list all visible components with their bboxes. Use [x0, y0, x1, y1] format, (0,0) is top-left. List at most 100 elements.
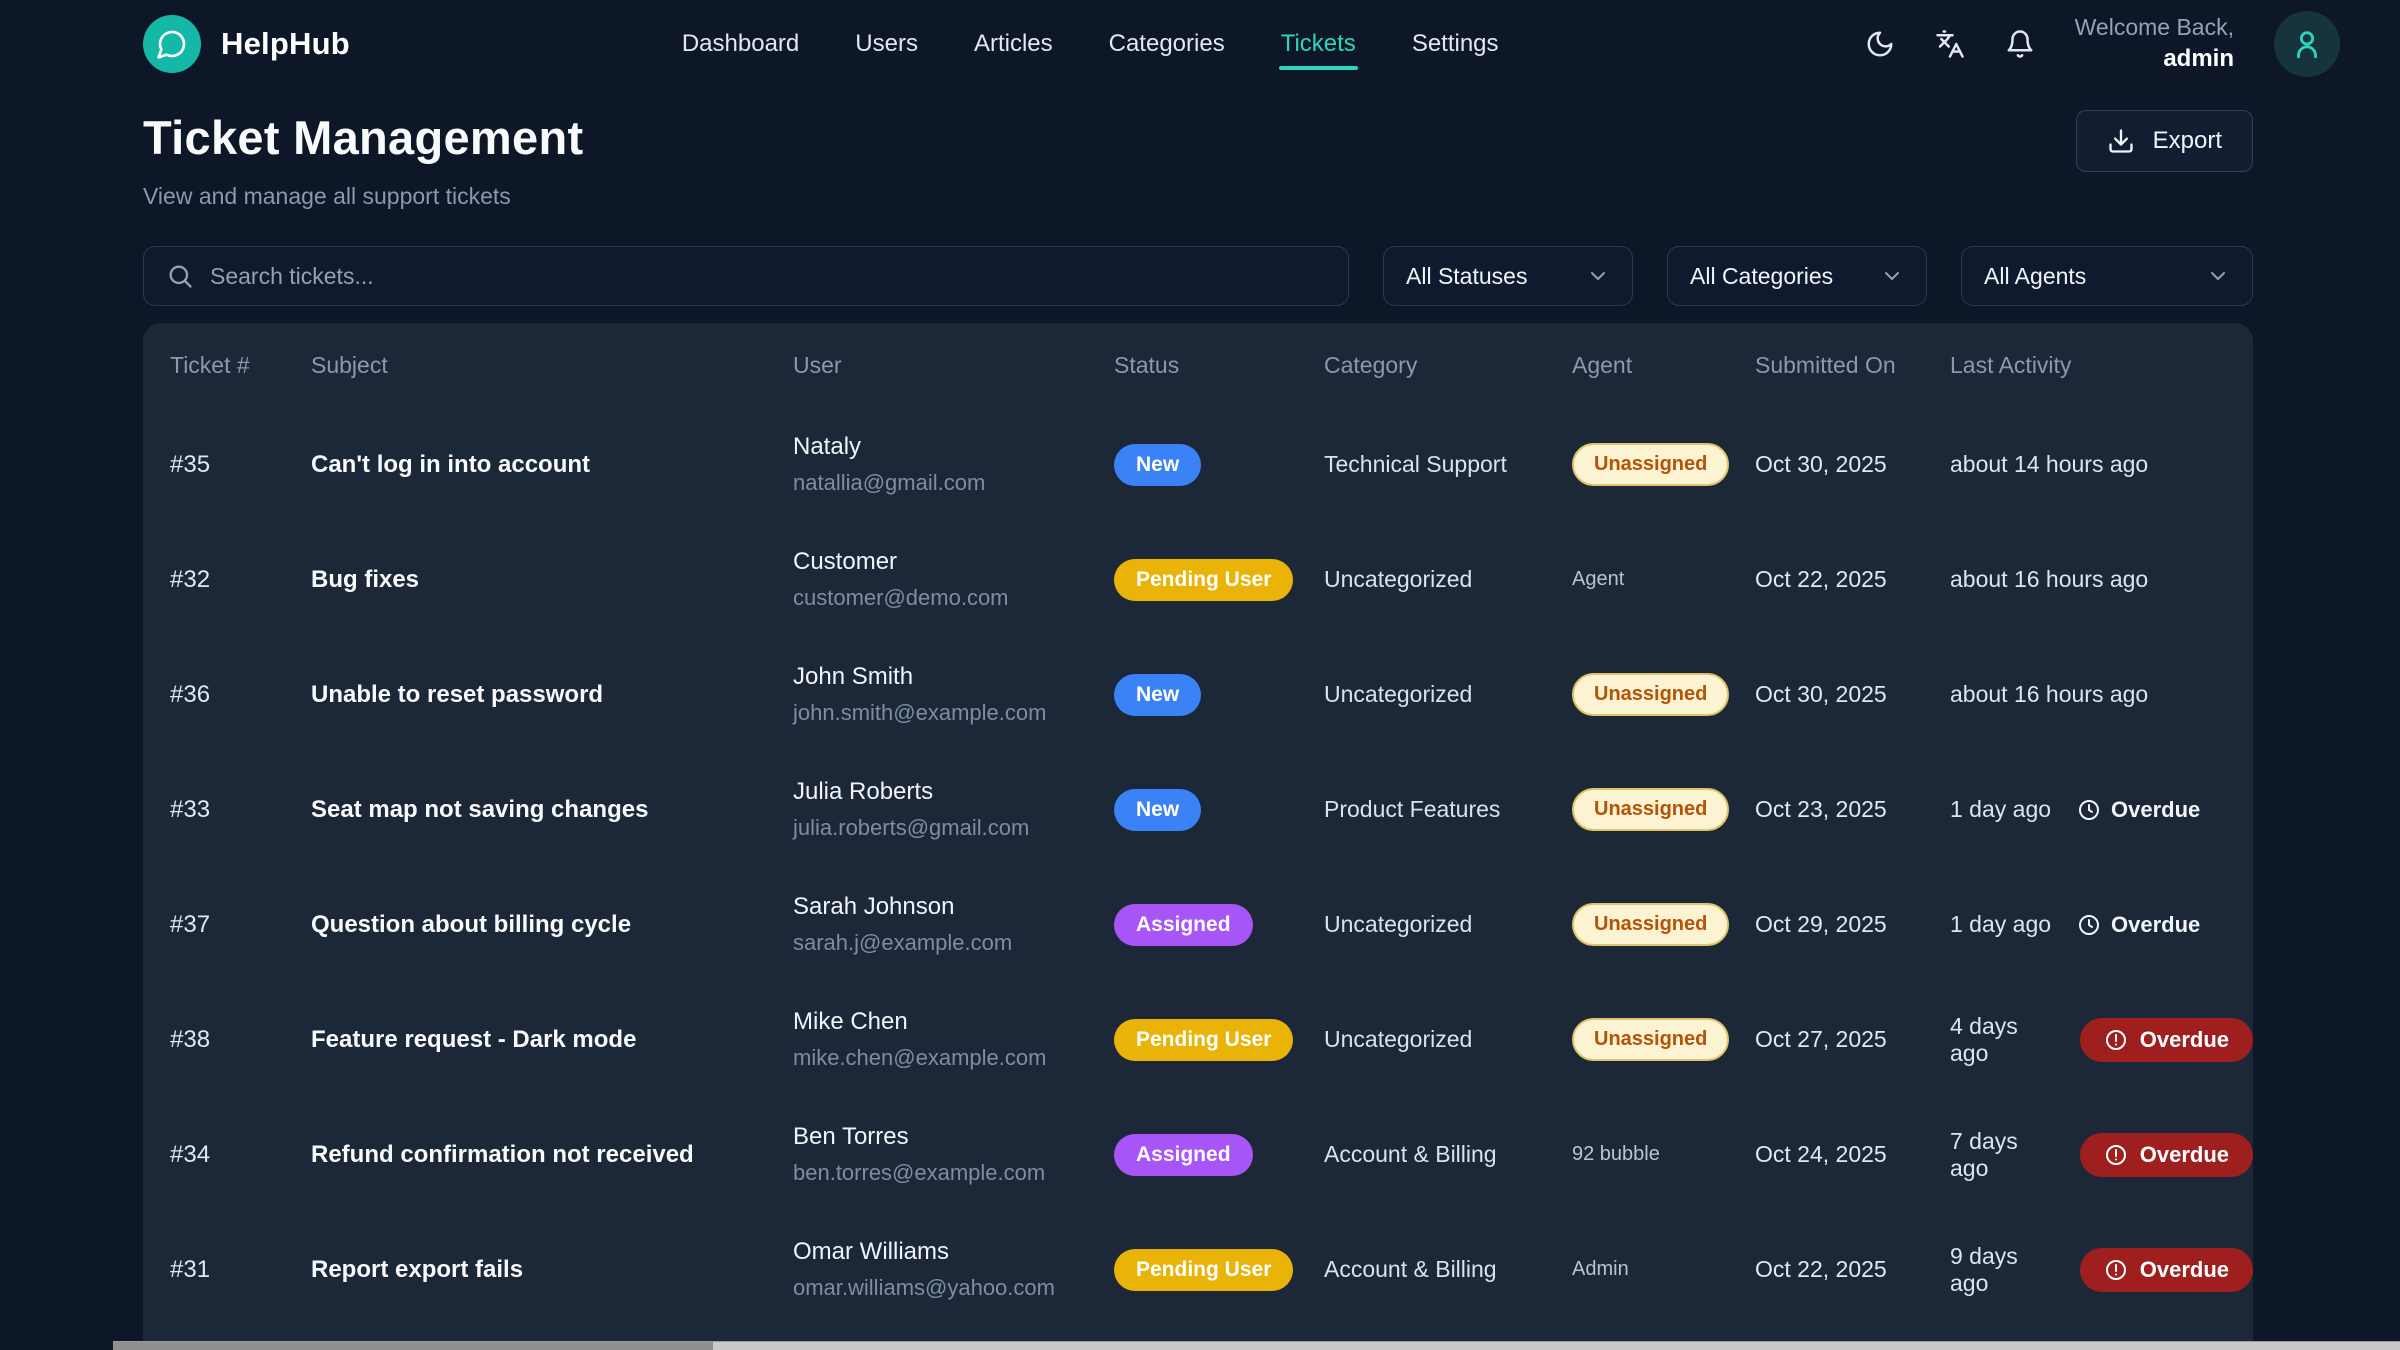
- overdue-badge: Overdue: [2080, 1248, 2253, 1292]
- user-name: Nataly: [793, 433, 1114, 461]
- moon-icon[interactable]: [1865, 29, 1895, 59]
- status-badge: New: [1114, 789, 1201, 831]
- table-row[interactable]: #32 Bug fixes Customer customer@demo.com…: [143, 522, 2253, 637]
- ticket-number: #32: [170, 566, 311, 594]
- last-activity-text: 7 days ago: [1950, 1128, 2054, 1182]
- column-header-subject: Subject: [311, 352, 793, 379]
- ticket-category: Uncategorized: [1324, 681, 1572, 708]
- status-badge: Pending User: [1114, 1019, 1293, 1061]
- unassigned-badge: Unassigned: [1572, 673, 1729, 716]
- page-header-text: Ticket Management View and manage all su…: [143, 110, 583, 210]
- table-row[interactable]: #36 Unable to reset password John Smith …: [143, 637, 2253, 752]
- last-activity-text: about 16 hours ago: [1950, 566, 2148, 593]
- last-activity-cell: 1 day ago Overdue: [1950, 911, 2253, 938]
- status-badge: New: [1114, 444, 1201, 486]
- status-cell: New: [1114, 674, 1324, 716]
- column-header-submitted: Submitted On: [1755, 352, 1950, 379]
- nav-item-tickets[interactable]: Tickets: [1279, 4, 1358, 84]
- agent-cell: Unassigned: [1572, 673, 1755, 716]
- languages-icon[interactable]: [1935, 29, 1965, 59]
- page-title: Ticket Management: [143, 110, 583, 165]
- ticket-user: Sarah Johnson sarah.j@example.com: [793, 893, 1114, 956]
- ticket-user: Mike Chen mike.chen@example.com: [793, 1008, 1114, 1071]
- category-filter-dropdown[interactable]: All Categories: [1667, 246, 1927, 306]
- export-button[interactable]: Export: [2076, 110, 2253, 172]
- table-row[interactable]: #37 Question about billing cycle Sarah J…: [143, 867, 2253, 982]
- table-header-row: Ticket # Subject User Status Category Ag…: [143, 323, 2253, 407]
- nav-item-categories[interactable]: Categories: [1107, 4, 1227, 84]
- alert-circle-icon: [2104, 1258, 2128, 1282]
- ticket-subject[interactable]: Report export fails: [311, 1256, 793, 1284]
- ticket-number: #36: [170, 681, 311, 709]
- user-email: ben.torres@example.com: [793, 1160, 1114, 1186]
- table-row[interactable]: #34 Refund confirmation not received Ben…: [143, 1097, 2253, 1212]
- export-button-label: Export: [2153, 127, 2222, 155]
- agent-cell: Unassigned: [1572, 443, 1755, 486]
- ticket-category: Technical Support: [1324, 451, 1572, 478]
- user-avatar[interactable]: [2274, 11, 2340, 77]
- ticket-number: #38: [170, 1026, 311, 1054]
- tickets-table: Ticket # Subject User Status Category Ag…: [143, 323, 2253, 1350]
- search-input[interactable]: [210, 263, 1326, 290]
- navbar-right: Welcome Back, admin: [1865, 11, 2340, 77]
- user-name: Julia Roberts: [793, 778, 1114, 806]
- brand[interactable]: HelpHub: [143, 15, 350, 73]
- bell-icon[interactable]: [2005, 29, 2035, 59]
- last-activity-text: about 14 hours ago: [1950, 451, 2148, 478]
- ticket-subject[interactable]: Question about billing cycle: [311, 911, 793, 939]
- ticket-number: #37: [170, 911, 311, 939]
- user-email: mike.chen@example.com: [793, 1045, 1114, 1071]
- last-activity-text: 1 day ago: [1950, 911, 2051, 938]
- ticket-subject[interactable]: Refund confirmation not received: [311, 1141, 793, 1169]
- nav-item-articles[interactable]: Articles: [972, 4, 1055, 84]
- brand-name: HelpHub: [221, 26, 350, 62]
- table-row[interactable]: #31 Report export fails Omar Williams om…: [143, 1212, 2253, 1327]
- table-row[interactable]: #38 Feature request - Dark mode Mike Che…: [143, 982, 2253, 1097]
- submitted-date: Oct 27, 2025: [1755, 1026, 1950, 1053]
- table-row[interactable]: #33 Seat map not saving changes Julia Ro…: [143, 752, 2253, 867]
- user-icon: [2290, 27, 2324, 61]
- ticket-category: Uncategorized: [1324, 1026, 1572, 1053]
- ticket-subject[interactable]: Unable to reset password: [311, 681, 793, 709]
- ticket-subject[interactable]: Feature request - Dark mode: [311, 1026, 793, 1054]
- ticket-number: #35: [170, 451, 311, 479]
- status-filter-dropdown[interactable]: All Statuses: [1383, 246, 1633, 306]
- status-badge: Assigned: [1114, 1134, 1253, 1176]
- last-activity-cell: about 14 hours ago: [1950, 451, 2253, 478]
- status-cell: Pending User: [1114, 1249, 1324, 1291]
- status-badge: Assigned: [1114, 904, 1253, 946]
- ticket-number: #33: [170, 796, 311, 824]
- nav-item-settings[interactable]: Settings: [1410, 4, 1501, 84]
- unassigned-badge: Unassigned: [1572, 1018, 1729, 1061]
- ticket-subject[interactable]: Can't log in into account: [311, 451, 793, 479]
- search-icon: [166, 262, 194, 290]
- user-name: Omar Williams: [793, 1238, 1114, 1266]
- column-header-ticket: Ticket #: [170, 352, 311, 379]
- ticket-number: #31: [170, 1256, 311, 1284]
- ticket-subject[interactable]: Seat map not saving changes: [311, 796, 793, 824]
- ticket-subject[interactable]: Bug fixes: [311, 566, 793, 594]
- agent-filter-value: All Agents: [1984, 263, 2086, 290]
- nav-item-dashboard[interactable]: Dashboard: [680, 4, 801, 84]
- status-badge: Pending User: [1114, 1249, 1293, 1291]
- column-header-category: Category: [1324, 352, 1572, 379]
- scrollbar-thumb[interactable]: [113, 1342, 713, 1350]
- last-activity-cell: 4 days ago Overdue: [1950, 1013, 2253, 1067]
- table-row[interactable]: #35 Can't log in into account Nataly nat…: [143, 407, 2253, 522]
- last-activity-cell: 7 days ago Overdue: [1950, 1128, 2253, 1182]
- user-name: Sarah Johnson: [793, 893, 1114, 921]
- user-email: julia.roberts@gmail.com: [793, 815, 1114, 841]
- user-email: sarah.j@example.com: [793, 930, 1114, 956]
- category-filter-value: All Categories: [1690, 263, 1833, 290]
- submitted-date: Oct 30, 2025: [1755, 681, 1950, 708]
- clock-icon: [2077, 913, 2101, 937]
- download-icon: [2107, 127, 2135, 155]
- ticket-number: #34: [170, 1141, 311, 1169]
- ticket-user: Ben Torres ben.torres@example.com: [793, 1123, 1114, 1186]
- user-name: Ben Torres: [793, 1123, 1114, 1151]
- status-filter-value: All Statuses: [1406, 263, 1527, 290]
- agent-filter-dropdown[interactable]: All Agents: [1961, 246, 2253, 306]
- nav-item-users[interactable]: Users: [853, 4, 920, 84]
- ticket-category: Uncategorized: [1324, 566, 1572, 593]
- horizontal-scrollbar[interactable]: [113, 1341, 2400, 1350]
